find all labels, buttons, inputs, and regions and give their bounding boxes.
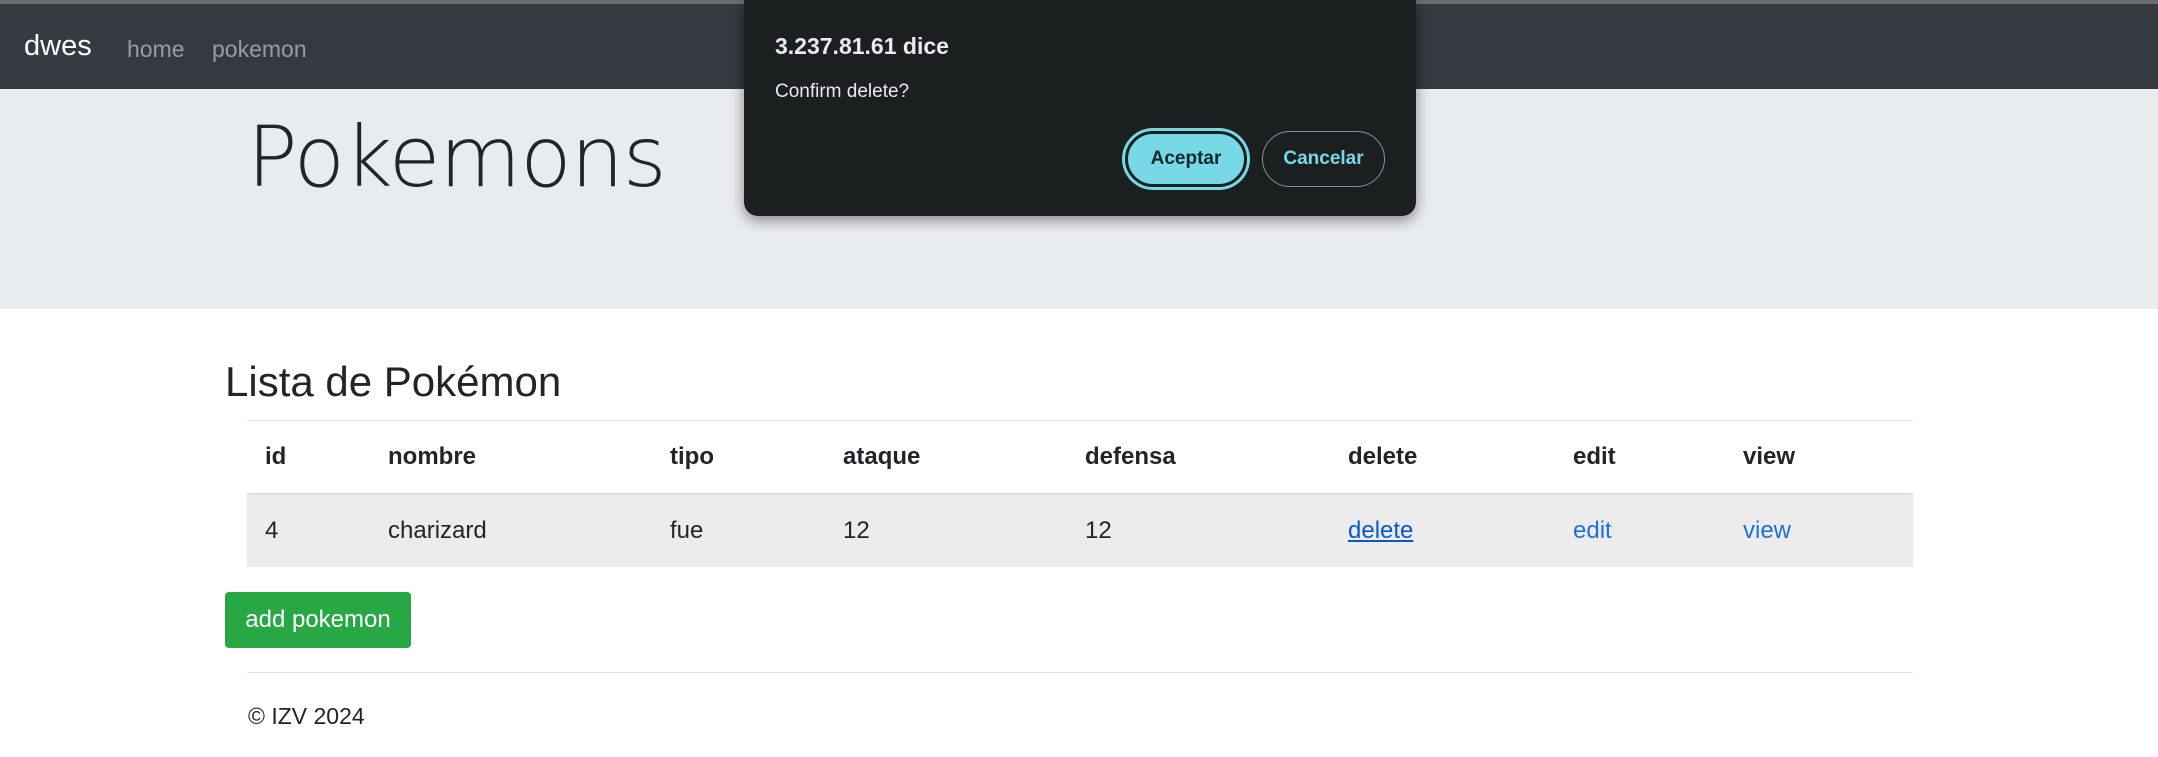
- dialog-title: 3.237.81.61 dice: [775, 33, 949, 59]
- table-header-row: id nombre tipo ataque defensa delete edi…: [247, 421, 1913, 495]
- confirm-dialog: 3.237.81.61 dice Confirm delete? Aceptar…: [744, 0, 1416, 216]
- page-title: Pokemons: [247, 108, 667, 206]
- header-tipo: tipo: [670, 443, 714, 470]
- cell-ataque: 12: [843, 517, 870, 544]
- accept-button[interactable]: Aceptar: [1125, 131, 1247, 187]
- footer-divider: [247, 672, 1913, 673]
- table-row: 4 charizard fue 12 12 delete edit view: [247, 495, 1913, 567]
- cell-id: 4: [265, 517, 279, 544]
- cell-nombre: charizard: [388, 517, 487, 544]
- nav-link-home[interactable]: home: [127, 36, 185, 63]
- cell-defensa: 12: [1085, 517, 1112, 544]
- footer-copyright: © IZV 2024: [248, 703, 365, 729]
- header-nombre: nombre: [388, 443, 477, 470]
- dialog-message: Confirm delete?: [775, 81, 910, 102]
- delete-link[interactable]: delete: [1348, 517, 1413, 545]
- view-link[interactable]: view: [1743, 517, 1791, 545]
- section-title: Lista de Pokémon: [225, 358, 562, 405]
- header-edit: edit: [1573, 443, 1616, 470]
- edit-link[interactable]: edit: [1573, 517, 1612, 545]
- navbar-brand[interactable]: dwes: [24, 30, 92, 63]
- cell-tipo: fue: [670, 517, 704, 544]
- cancel-button[interactable]: Cancelar: [1262, 131, 1385, 187]
- header-delete: delete: [1348, 443, 1418, 470]
- nav-link-pokemon[interactable]: pokemon: [212, 36, 307, 63]
- header-view: view: [1743, 443, 1796, 470]
- header-id: id: [265, 443, 287, 470]
- header-ataque: ataque: [843, 443, 921, 470]
- header-defensa: defensa: [1085, 443, 1176, 470]
- add-pokemon-button[interactable]: add pokemon: [225, 592, 411, 648]
